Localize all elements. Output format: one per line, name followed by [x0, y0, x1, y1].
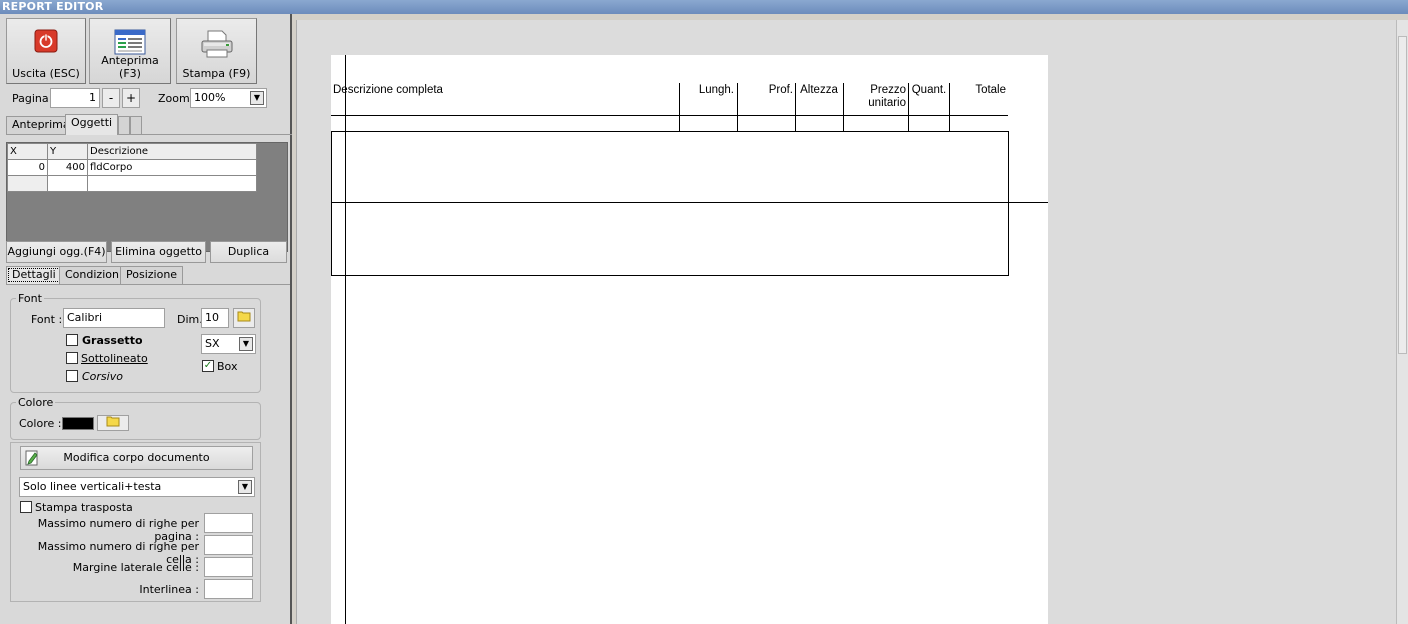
preview-button[interactable]: Anteprima (F3) [89, 18, 171, 84]
lines-mode-value: Solo linee verticali+testa [23, 480, 162, 493]
chevron-down-icon[interactable]: ▼ [239, 337, 253, 351]
report-page[interactable] [331, 55, 1048, 624]
page-prev-button[interactable]: - [102, 88, 120, 108]
align-value: SX [205, 337, 220, 350]
tab-empty-1[interactable] [118, 116, 130, 134]
edit-document-icon [25, 450, 38, 466]
font-name-input[interactable]: Calibri [63, 308, 165, 328]
report-column-depth[interactable]: Prof. [738, 84, 793, 97]
tab-position[interactable]: Posizione [120, 266, 184, 284]
edit-body-button[interactable]: Modifica corpo documento [20, 446, 253, 470]
chevron-down-icon[interactable]: ▼ [250, 91, 264, 105]
header-line-2 [331, 131, 1008, 132]
page-input[interactable]: 1 [50, 88, 100, 108]
cell-y[interactable]: 400 [47, 159, 88, 176]
tab-empty-2[interactable] [130, 116, 142, 134]
left-panel: Uscita (ESC) Anteprima (F3) Stampa (F9) … [0, 14, 292, 624]
tab-conditions[interactable]: Condizioni [59, 266, 129, 284]
header-line-1 [331, 115, 1008, 116]
tab-details[interactable]: Dettagli [6, 266, 62, 284]
report-column-length[interactable]: Lungh. [680, 84, 734, 97]
report-column-price-line1: Prezzo [870, 84, 906, 96]
report-column-height[interactable]: Altezza [796, 84, 842, 97]
cell-margin-label: Margine laterale celle : [72, 561, 199, 574]
power-icon [34, 29, 58, 56]
font-size-input[interactable]: 10 [201, 308, 229, 328]
edit-body-label: Modifica corpo documento [63, 451, 210, 464]
color-swatch[interactable] [62, 417, 94, 430]
report-column-price[interactable]: Prezzo unitario [844, 84, 906, 110]
size-label: Dim. [177, 313, 203, 326]
transposed-label: Stampa trasposta [35, 501, 133, 514]
cell-empty[interactable] [87, 175, 257, 192]
body-right-border [1008, 131, 1009, 276]
add-object-button[interactable]: Aggiungi ogg.(F4) [6, 241, 107, 263]
cell-empty[interactable] [7, 175, 48, 192]
report-column-quantity[interactable]: Quant. [909, 84, 949, 97]
preview-label: Anteprima (F3) [101, 54, 159, 80]
table-row[interactable]: 0 400 fldCorpo [7, 159, 257, 176]
column-header-x[interactable]: X [7, 143, 48, 160]
column-header-description[interactable]: Descrizione [87, 143, 257, 160]
delete-object-button[interactable]: Elimina oggetto [111, 241, 206, 263]
page-next-button[interactable]: + [122, 88, 140, 108]
max-rows-page-input[interactable] [204, 513, 253, 533]
chevron-down-icon[interactable]: ▼ [238, 480, 252, 494]
report-column-description[interactable]: Descrizione completa [333, 84, 443, 97]
report-column-total[interactable]: Totale [950, 84, 1006, 97]
objects-table[interactable]: X Y Descrizione 0 400 fldCorpo [7, 143, 257, 192]
column-header-y[interactable]: Y [47, 143, 88, 160]
font-picker-button[interactable] [233, 308, 255, 328]
folder-icon [237, 311, 251, 322]
duplicate-button[interactable]: Duplica [210, 241, 287, 263]
italic-checkbox[interactable] [66, 370, 78, 382]
zoom-value: 100% [194, 91, 226, 104]
page-label: Pagina [12, 92, 49, 105]
font-label: Font : [31, 313, 63, 326]
bold-checkbox[interactable] [66, 334, 78, 346]
cell-empty[interactable] [47, 175, 88, 192]
cell-margin-input[interactable] [204, 557, 253, 577]
transposed-checkbox[interactable] [20, 501, 32, 513]
bold-label: Grassetto [82, 334, 143, 347]
detail-tabbar: Dettagli Condizioni Posizione [6, 266, 290, 285]
font-group-legend: Font [16, 292, 44, 305]
report-column-price-line2: unitario [868, 97, 906, 109]
zoom-label: Zoom [158, 92, 190, 105]
exit-label: Uscita (ESC) [12, 67, 80, 80]
left-margin-line [345, 55, 346, 624]
line-spacing-input[interactable] [204, 579, 253, 599]
scrollbar-thumb[interactable] [1398, 36, 1407, 354]
color-label: Colore : [19, 417, 62, 430]
body-separator-line [331, 202, 1048, 203]
top-tabbar: Anteprima Oggetti [6, 114, 292, 135]
tab-objects[interactable]: Oggetti [65, 114, 119, 135]
lines-mode-select[interactable]: Solo linee verticali+testa ▼ [19, 477, 255, 497]
print-label: Stampa (F9) [182, 67, 251, 80]
print-button[interactable]: Stampa (F9) [176, 18, 257, 84]
body-left-border [331, 131, 332, 276]
color-group-legend: Colore [16, 396, 56, 409]
italic-label: Corsivo [82, 370, 123, 383]
align-select[interactable]: SX ▼ [201, 334, 256, 354]
line-spacing-label: Interlinea : [139, 583, 199, 596]
max-rows-cell-input[interactable] [204, 535, 253, 555]
window-title: REPORT EDITOR [0, 0, 1408, 14]
box-checkbox[interactable]: ✓ [202, 360, 214, 372]
color-picker-button[interactable] [97, 415, 129, 431]
cell-description[interactable]: fldCorpo [87, 159, 257, 176]
underline-checkbox[interactable] [66, 352, 78, 364]
cell-x[interactable]: 0 [7, 159, 48, 176]
box-label: Box [217, 360, 238, 373]
table-row-empty[interactable] [7, 175, 257, 192]
body-bottom-line [331, 275, 1008, 276]
exit-button[interactable]: Uscita (ESC) [6, 18, 86, 84]
folder-icon [106, 416, 120, 427]
zoom-select[interactable]: 100% ▼ [190, 88, 267, 108]
printer-icon [200, 29, 234, 62]
underline-label: Sottolineato [81, 352, 148, 365]
objects-grid-area: X Y Descrizione 0 400 fldCorpo [6, 142, 288, 252]
